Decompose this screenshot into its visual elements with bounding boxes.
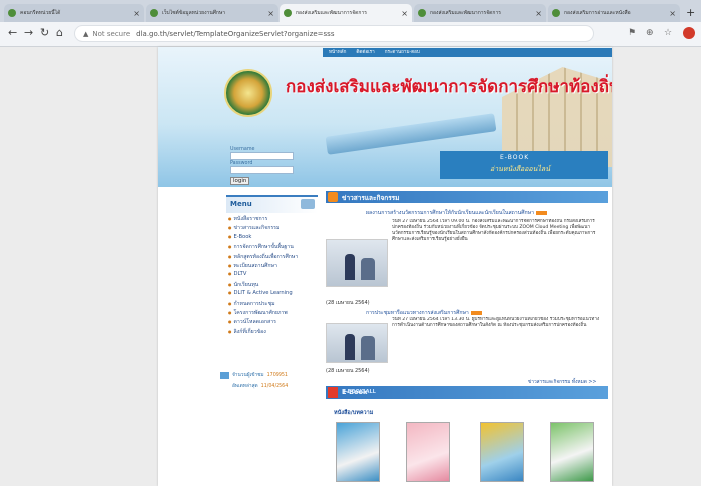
tab-title: เว็บไซต์ข้อมูลหน่วยงานศึกษา	[162, 10, 226, 16]
menu-item[interactable]: ลิงก์ที่เกี่ยวข้อง	[228, 328, 320, 337]
site-header: หน้าหลัก ติดต่อเรา กระดานถาม-ตอบ กองส่งเ…	[158, 47, 612, 187]
ebook-cover[interactable]	[336, 422, 380, 482]
article-body: วันที่ 27 เมษายน 2564 เวลา 13.30 น. ผู้บ…	[392, 317, 600, 328]
menu-item[interactable]: โครงการพัฒนาศักยภาพ	[228, 309, 320, 318]
menu-item[interactable]: หนังสือราชการ	[228, 215, 320, 224]
warning-icon: ▲	[83, 29, 89, 38]
bookmark-star-icon[interactable]: ☆	[664, 28, 672, 38]
article-title[interactable]: การประชุมหารือแนวทางการส่งเสริมการศึกษา	[366, 309, 482, 317]
url-input[interactable]: ▲ Not secure dla.go.th/servlet/TemplateO…	[74, 25, 594, 42]
menu-item[interactable]: หลักสูตรท้องถิ่นเพื่อการศึกษา	[228, 253, 320, 262]
sidebar-menu: หนังสือราชการ ข่าวสารและกิจกรรม E-Book ก…	[228, 215, 320, 337]
top-navigation: หน้าหลัก ติดต่อเรา กระดานถาม-ตอบ	[323, 48, 612, 57]
article-date: (28 เมษายน 2564)	[326, 368, 370, 374]
article-photo[interactable]	[326, 323, 388, 363]
favicon-icon	[150, 9, 158, 17]
tab-title: คอนกรีตหน่วยนี้ได้	[20, 10, 61, 16]
browser-tab[interactable]: เว็บไซต์ข้อมูลหน่วยงานศึกษา ×	[146, 4, 278, 22]
book-category-label: หนังสือ/บทความ	[334, 410, 374, 416]
visitors-count: 1709951	[266, 372, 288, 378]
menu-title: Menu	[230, 200, 252, 208]
forward-icon[interactable]: →	[24, 26, 33, 39]
ebook-icon	[328, 387, 338, 398]
close-tab-icon[interactable]: ×	[133, 9, 140, 18]
new-badge	[536, 210, 547, 215]
visitor-stats: จำนวนผู้เข้าชม 1709951 อัพเดทล่าสุด 11/0…	[220, 371, 320, 393]
article-title[interactable]: ผลงานการสร้างนวัตกรรมการศึกษาให้กับนักเร…	[366, 209, 547, 217]
browser-tab[interactable]: กองส่งเสริมการอ่านและหนังสือ ×	[548, 4, 680, 22]
browser-tab[interactable]: กองส่งเสริมและพัฒนาการจัดการ ×	[414, 4, 546, 22]
rss-icon[interactable]	[328, 192, 338, 202]
ebook-all-link[interactable]: E-BOOK.ALL	[342, 389, 604, 395]
profile-avatar[interactable]	[683, 27, 695, 39]
home-icon[interactable]: ⌂	[56, 26, 63, 39]
favicon-icon	[284, 9, 292, 17]
topnav-home[interactable]: หน้าหลัก	[329, 49, 346, 56]
stats-icon	[220, 371, 229, 379]
menu-item[interactable]: การจัดการศึกษาขั้นพื้นฐาน	[228, 243, 320, 252]
not-secure-label: Not secure	[92, 29, 131, 38]
close-tab-icon[interactable]: ×	[401, 9, 408, 18]
ebook-cover[interactable]	[550, 422, 594, 482]
new-tab-icon[interactable]: +	[686, 6, 695, 19]
topnav-contact[interactable]: ติดต่อเรา	[356, 49, 374, 56]
updated-date: 11/04/2564	[260, 383, 289, 389]
tab-title: กองส่งเสริมและพัฒนาการจัดการ	[430, 10, 501, 16]
menu-header: Menu	[226, 195, 318, 213]
page-viewport: หน้าหลัก ติดต่อเรา กระดานถาม-ตอบ กองส่งเ…	[0, 47, 701, 486]
ebook-banner-title: E-BOOK	[500, 154, 530, 161]
password-field[interactable]	[230, 166, 294, 174]
translate-icon[interactable]: ⚑	[628, 28, 636, 38]
menu-item[interactable]: ทะเบียนสถานศึกษา	[228, 262, 320, 271]
article-photo[interactable]	[326, 239, 388, 287]
address-bar: ← → ↻ ⌂ ▲ Not secure dla.go.th/servlet/T…	[0, 22, 701, 47]
news-article: ผลงานการสร้างนวัตกรรมการศึกษาให้กับนักเร…	[326, 207, 608, 317]
tab-title: กองส่งเสริมและพัฒนาการจัดการ	[296, 10, 367, 16]
website: หน้าหลัก ติดต่อเรา กระดานถาม-ตอบ กองส่งเ…	[158, 47, 612, 486]
menu-item[interactable]: ดาวน์โหลดเอกสาร	[228, 318, 320, 327]
menu-item[interactable]: DLTV	[228, 271, 320, 280]
tab-title: กองส่งเสริมการอ่านและหนังสือ	[564, 10, 631, 16]
new-badge	[470, 310, 482, 315]
close-tab-icon[interactable]: ×	[669, 9, 676, 18]
browser-tab[interactable]: คอนกรีตหน่วยนี้ได้ ×	[4, 4, 144, 22]
pen-image	[325, 113, 497, 155]
reload-icon[interactable]: ↻	[40, 26, 49, 39]
news-header-title: ข่าวสารและกิจกรรม	[342, 194, 400, 202]
zoom-icon[interactable]: ⊕	[646, 28, 654, 38]
menu-item[interactable]: E-Book	[228, 234, 320, 243]
news-header: ข่าวสารและกิจกรรม	[326, 191, 608, 203]
more-news-link[interactable]: ข่าวสารและกิจกรรม ทั้งหมด >>	[528, 378, 596, 386]
menu-item[interactable]: กำหนดการประชุม	[228, 300, 320, 309]
menu-item[interactable]: DLIT & Active Learning	[228, 290, 320, 299]
organization-logo	[224, 69, 272, 117]
favicon-icon	[418, 9, 426, 17]
close-tab-icon[interactable]: ×	[535, 9, 542, 18]
topnav-forum[interactable]: กระดานถาม-ตอบ	[385, 49, 420, 56]
menu-item[interactable]: ข่าวสารและกิจกรรม	[228, 224, 320, 233]
close-tab-icon[interactable]: ×	[267, 9, 274, 18]
ebook-cover[interactable]	[406, 422, 450, 482]
login-form: Username Password login	[230, 147, 294, 185]
login-button[interactable]: login	[230, 177, 250, 185]
updated-label: อัพเดทล่าสุด	[232, 384, 258, 389]
visitors-label: จำนวนผู้เข้าชม	[232, 373, 264, 378]
ebook-banner[interactable]: E-BOOK อ่านหนังสือออนไลน์	[440, 151, 608, 179]
favicon-icon	[552, 9, 560, 17]
ebook-section-header: E-Book E-BOOK.ALL	[326, 386, 608, 399]
ebook-banner-subtitle: อ่านหนังสือออนไลน์	[490, 165, 551, 173]
news-article: การประชุมหารือแนวทางการส่งเสริมการศึกษา …	[326, 309, 608, 377]
back-icon[interactable]: ←	[8, 26, 17, 39]
username-field[interactable]	[230, 152, 294, 160]
ebook-cover[interactable]	[480, 422, 524, 482]
favicon-icon	[8, 9, 16, 17]
url-text: dla.go.th/servlet/TemplateOrganizeServle…	[136, 29, 335, 38]
browser-tab-active[interactable]: กองส่งเสริมและพัฒนาการจัดการ ×	[280, 4, 412, 22]
site-title: กองส่งเสริมและพัฒนาการจัดการศึกษาท้องถิ่…	[286, 77, 612, 97]
article-body: วันที่ 27 เมษายน 2564 เวลา 09.00 น. กองส…	[392, 219, 596, 242]
browser-tab-bar: คอนกรีตหน่วยนี้ได้ × เว็บไซต์ข้อมูลหน่วย…	[0, 0, 701, 22]
menu-icon	[301, 199, 315, 209]
menu-item[interactable]: นักเรียนทุน	[228, 281, 320, 290]
article-date: (28 เมษายน 2564)	[326, 300, 370, 306]
